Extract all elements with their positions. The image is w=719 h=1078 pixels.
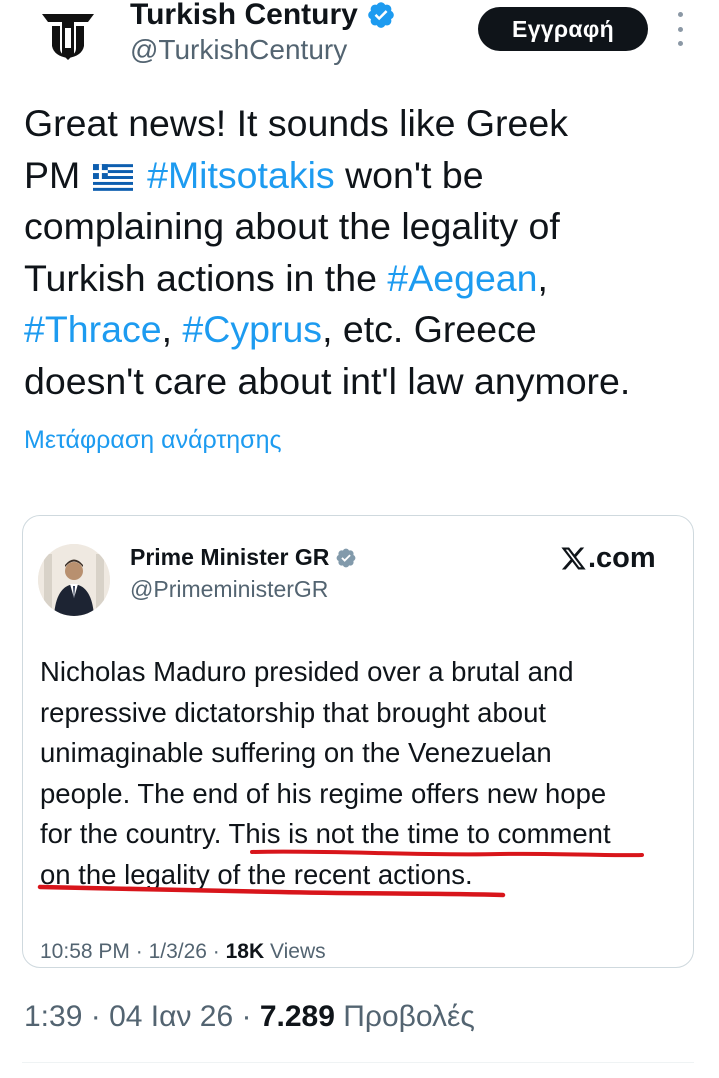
hashtag-link[interactable]: #Thrace (24, 308, 162, 350)
verified-badge-icon (368, 2, 394, 28)
tweet-text-segment: , (537, 256, 548, 299)
verified-badge-icon (336, 548, 356, 567)
post-date[interactable]: 04 Ιαν 26 (109, 1000, 233, 1033)
post-meta: 1:39 · 04 Ιαν 26 · 7.289 Προβολές (24, 1000, 475, 1033)
quoted-post-meta: 10:58 PM · 1/3/26 · 18K Views (40, 940, 326, 963)
post-views-count: 7.289 (259, 1000, 335, 1033)
hashtag-link[interactable]: #Cyprus (182, 308, 322, 350)
tweet-text-line: doesn't care about int'l law anymore. (24, 356, 704, 408)
tweet-text-segment: complaining about the legality of (24, 205, 560, 247)
tweet-text-segment: Great news! It sounds like Greek (24, 102, 568, 144)
tweet-text-segment: won't be (334, 153, 484, 196)
tweet-text-line: Great news! It sounds like Greek (24, 98, 704, 150)
quoted-post-text: Nicholas Maduro presided over a brutal a… (40, 652, 680, 895)
tweet-text-segment (137, 154, 147, 196)
quoted-time: 10:58 PM (40, 940, 130, 963)
person-portrait-icon (38, 544, 110, 616)
tweet-text-line: complaining about the legality of (24, 201, 704, 253)
tweet-text-line: PM #Mitsotakis won't be (24, 150, 704, 202)
quoted-date: 1/3/26 (148, 940, 207, 963)
turkish-century-avatar[interactable] (38, 8, 98, 64)
post-views-label: Προβολές (343, 1000, 475, 1033)
quoted-text-line: people. The end of his regime offers new… (40, 777, 607, 809)
greece-flag-icon (92, 153, 133, 191)
follow-button[interactable]: Εγγραφή (478, 7, 648, 51)
prime-minister-avatar[interactable] (38, 544, 110, 616)
x-logo-icon (561, 547, 586, 570)
quoted-text-line: on the legality of the recent actions. (40, 858, 473, 890)
quoted-text-line: for the country. This is not the time to… (40, 818, 611, 849)
quoted-views-label: Views (270, 940, 326, 963)
hashtag-link[interactable]: #Aegean (387, 257, 537, 299)
source-x-com[interactable]: .com (560, 542, 656, 575)
tweet-text-line: #Thrace, #Cyprus, etc. Greece (24, 304, 704, 356)
tweet-text-segment: doesn't care about int'l law anymore. (24, 359, 631, 402)
quoted-text-line: repressive dictatorship that brought abo… (40, 696, 546, 728)
tweet-text-line: Turkish actions in the #Aegean, (24, 253, 704, 305)
tweet-text-segment: Turkish actions in the (24, 256, 388, 299)
translate-post-link[interactable]: Μετάφραση ανάρτησης (24, 426, 282, 455)
hashtag-link[interactable]: #Mitsotakis (147, 154, 335, 196)
tweet-text-segment: PM (24, 153, 91, 196)
account-name[interactable]: Turkish Century (130, 0, 358, 32)
quoted-account-handle[interactable]: @PrimeministerGR (130, 576, 328, 603)
quoted-account-name[interactable]: Prime Minister GR (130, 544, 329, 571)
tweet-text: Great news! It sounds like Greek PM #Mits… (24, 98, 704, 407)
quoted-text-line: Nicholas Maduro presided over a brutal a… (40, 656, 574, 687)
quoted-text-line: unimaginable suffering on the Venezuelan (40, 737, 552, 768)
tweet-text-segment: , (161, 308, 183, 350)
source-domain-text: .com (588, 542, 656, 574)
turkish-century-logo-icon (42, 14, 94, 60)
more-options-icon[interactable] (674, 12, 686, 46)
quoted-views-count: 18K (225, 940, 265, 963)
tweet-text-segment: , etc. Greece (322, 308, 537, 350)
post-time[interactable]: 1:39 (24, 1000, 82, 1033)
account-handle[interactable]: @TurkishCentury (130, 34, 347, 66)
divider (22, 1062, 694, 1063)
